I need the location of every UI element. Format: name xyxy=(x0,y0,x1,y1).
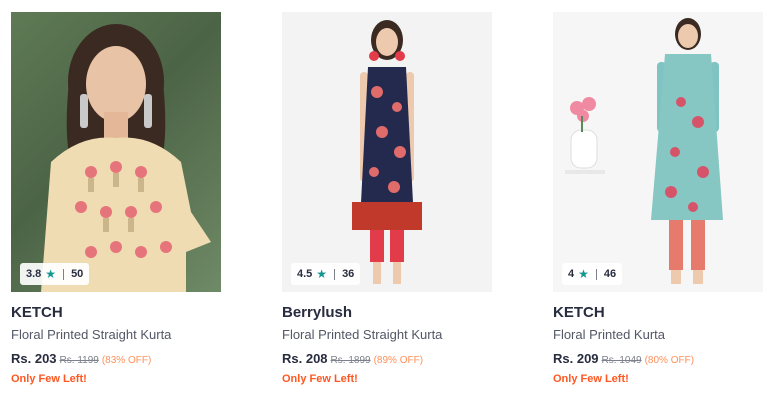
rating-count: 46 xyxy=(603,268,617,280)
stock-note: Only Few Left! xyxy=(11,373,87,385)
rating-value: 3.8 xyxy=(26,268,42,280)
rating-value: 4 xyxy=(568,268,575,280)
rating-badge: 4.5 ★ 36 xyxy=(291,263,361,285)
stock-note: Only Few Left! xyxy=(553,373,629,385)
product-discount: (89% OFF) xyxy=(373,355,424,366)
stock-note: Only Few Left! xyxy=(282,373,358,385)
product-image[interactable] xyxy=(11,12,221,292)
product-card[interactable]: 4 ★ 46 KETCH Floral Printed Kurta Rs. 20… xyxy=(553,12,763,397)
rating-badge: 3.8 ★ 50 xyxy=(20,263,90,285)
product-discount: (83% OFF) xyxy=(101,355,152,366)
product-card[interactable]: 4.5 ★ 36 Berrylush Floral Printed Straig… xyxy=(282,12,492,397)
price-row: Rs. 203 Rs. 1199 (83% OFF) xyxy=(11,351,151,366)
star-icon: ★ xyxy=(316,267,328,281)
product-photo xyxy=(565,18,723,284)
product-image[interactable] xyxy=(553,12,763,292)
rating-divider xyxy=(334,268,336,280)
product-price: Rs. 209 xyxy=(553,351,599,366)
star-icon: ★ xyxy=(578,267,589,281)
product-name[interactable]: Floral Printed Kurta xyxy=(553,327,665,342)
product-brand[interactable]: KETCH xyxy=(553,304,605,321)
rating-value: 4.5 xyxy=(297,268,313,280)
product-brand[interactable]: KETCH xyxy=(11,304,63,321)
product-name[interactable]: Floral Printed Straight Kurta xyxy=(282,327,442,342)
rating-badge: 4 ★ 46 xyxy=(562,263,623,285)
product-price: Rs. 208 xyxy=(282,351,328,366)
product-image[interactable] xyxy=(282,12,492,292)
price-row: Rs. 208 Rs. 1899 (89% OFF) xyxy=(282,351,423,366)
product-photo xyxy=(352,20,422,284)
price-row: Rs. 209 Rs. 1049 (80% OFF) xyxy=(553,351,694,366)
product-discount: (80% OFF) xyxy=(644,355,695,366)
star-icon: ★ xyxy=(45,267,57,281)
rating-divider xyxy=(63,268,65,280)
rating-count: 50 xyxy=(71,268,84,280)
rating-count: 36 xyxy=(342,268,355,280)
product-card[interactable]: 3.8 ★ 50 KETCH Floral Printed Straight K… xyxy=(11,12,221,397)
product-mrp: Rs. 1049 xyxy=(601,355,642,366)
rating-divider xyxy=(595,268,597,280)
product-brand[interactable]: Berrylush xyxy=(282,304,352,321)
product-mrp: Rs. 1899 xyxy=(330,355,371,366)
product-name[interactable]: Floral Printed Straight Kurta xyxy=(11,327,171,342)
product-photo xyxy=(41,24,211,292)
product-mrp: Rs. 1199 xyxy=(59,355,99,366)
product-price: Rs. 203 xyxy=(11,351,57,366)
